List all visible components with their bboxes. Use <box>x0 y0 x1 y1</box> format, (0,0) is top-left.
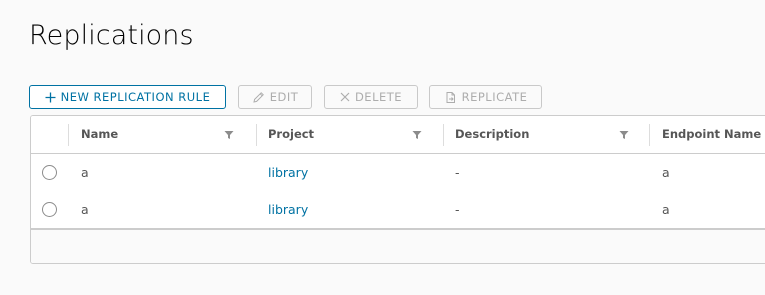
table-row[interactable]: a library - a <box>31 154 765 192</box>
new-replication-rule-button[interactable]: New Replication Rule <box>29 85 226 109</box>
row-select-radio[interactable] <box>42 165 57 180</box>
export-icon <box>446 91 455 103</box>
delete-label: Delete <box>354 90 403 104</box>
column-separator <box>256 124 257 146</box>
delete-button[interactable]: Delete <box>324 85 418 109</box>
filter-icon[interactable] <box>224 130 234 140</box>
cell-description: - <box>455 165 460 180</box>
filter-icon[interactable] <box>619 130 629 140</box>
cell-endpoint-name: a <box>662 165 670 180</box>
replicate-button[interactable]: Replicate <box>429 85 542 109</box>
row-select-radio[interactable] <box>42 202 57 217</box>
replications-datagrid: Name Project Description Endpoint Name a… <box>30 115 765 264</box>
column-separator <box>649 124 650 146</box>
column-header-description[interactable]: Description <box>455 116 529 153</box>
replicate-label: Replicate <box>461 90 528 104</box>
close-icon <box>340 92 350 102</box>
table-row[interactable]: a library - a <box>31 191 765 229</box>
plus-icon <box>45 92 56 102</box>
edit-button[interactable]: Edit <box>238 85 312 109</box>
filter-icon[interactable] <box>412 130 422 140</box>
new-replication-rule-label: New Replication Rule <box>60 90 211 104</box>
cell-endpoint-name: a <box>662 202 670 217</box>
column-separator <box>68 124 69 146</box>
column-header-name[interactable]: Name <box>81 116 118 153</box>
cell-project-link[interactable]: library <box>268 191 308 228</box>
datagrid-footer <box>31 228 765 263</box>
column-separator <box>443 124 444 146</box>
cell-description: - <box>455 202 460 217</box>
pencil-icon <box>253 91 264 103</box>
column-header-project[interactable]: Project <box>268 116 314 153</box>
replications-page: Replications New Replication Rule Edit D… <box>0 0 765 295</box>
table-header: Name Project Description Endpoint Name <box>31 116 765 154</box>
page-title: Replications <box>29 20 194 51</box>
cell-project-link[interactable]: library <box>268 154 308 191</box>
cell-name: a <box>81 202 89 217</box>
cell-name: a <box>81 165 89 180</box>
edit-label: Edit <box>269 90 299 104</box>
column-header-endpoint-name[interactable]: Endpoint Name <box>662 116 761 153</box>
